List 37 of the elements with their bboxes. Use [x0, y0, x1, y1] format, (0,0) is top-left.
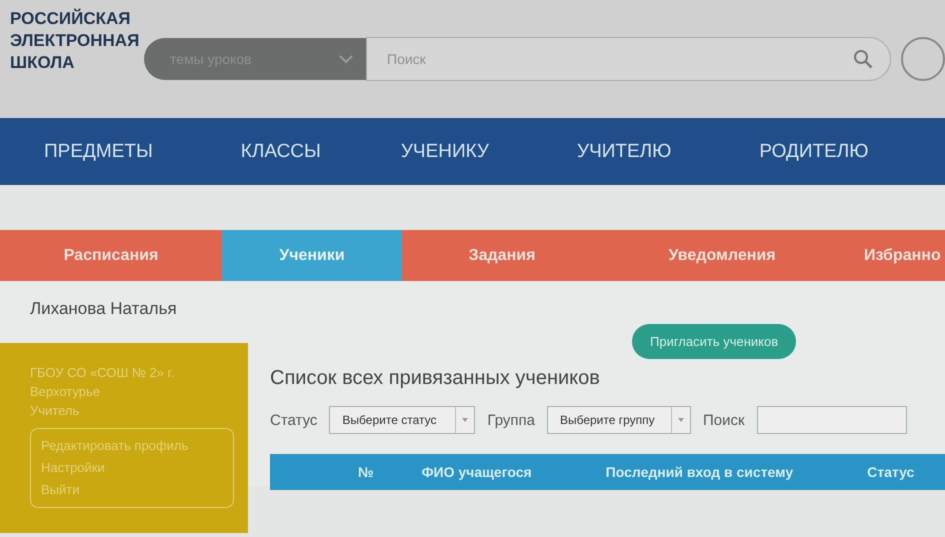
logo-text: ШКОЛА	[10, 52, 76, 74]
nav-link[interactable]: КЛАССЫ	[240, 140, 321, 162]
group-select[interactable]: Выберите группу	[546, 406, 691, 434]
logo-text: ЭЛЕКТРОННАЯ	[10, 30, 140, 52]
column-header: Последний вход в систему	[606, 464, 794, 480]
nav-link[interactable]: УЧЕНИКУ	[400, 140, 489, 162]
filter-label: Статус	[270, 412, 318, 428]
user-name: Лиханова Наталья	[29, 298, 178, 320]
tab[interactable]: Задания	[402, 230, 602, 281]
nav-link[interactable]: УЧИТЕЛЮ	[577, 140, 672, 162]
logo-text: РОССИЙСКАЯ	[10, 8, 132, 30]
caret-icon	[462, 418, 468, 422]
invite-button[interactable]: Пригласить учеников	[632, 324, 796, 359]
tab[interactable]: Расписания	[0, 230, 222, 281]
profile-link[interactable]: Настройки	[41, 457, 223, 479]
column-header: №	[358, 464, 374, 480]
chevron-icon	[338, 54, 354, 64]
tab[interactable]: Избранно	[842, 230, 945, 281]
tab[interactable]: Уведомления	[602, 230, 842, 281]
round-button[interactable]	[901, 37, 945, 81]
list-title: Список всех привязанных учеников	[270, 367, 601, 390]
profile-link[interactable]: Редактировать профиль	[41, 435, 223, 457]
school-name: ГБОУ СО «СОШ № 2» г. Верхотурье	[30, 364, 176, 401]
user-role: Учитель	[30, 402, 80, 420]
profile-link[interactable]: Выйти	[41, 479, 223, 501]
nav-link[interactable]: РОДИТЕЛЮ	[759, 140, 868, 162]
search-field[interactable]: Поиск	[366, 37, 891, 81]
search-field[interactable]	[756, 406, 907, 434]
filter-label: Группа	[487, 412, 535, 428]
caret-icon	[678, 418, 684, 422]
nav-link[interactable]: ПРЕДМЕТЫ	[44, 140, 153, 162]
filter-label: Поиск	[702, 412, 745, 428]
column-header: ФИО учащегося	[422, 464, 532, 480]
column-header: Статус	[867, 464, 914, 480]
status-select[interactable]: Выберите статус	[329, 406, 476, 434]
search-icon[interactable]	[852, 48, 874, 70]
tab[interactable]: Ученики	[222, 230, 402, 281]
